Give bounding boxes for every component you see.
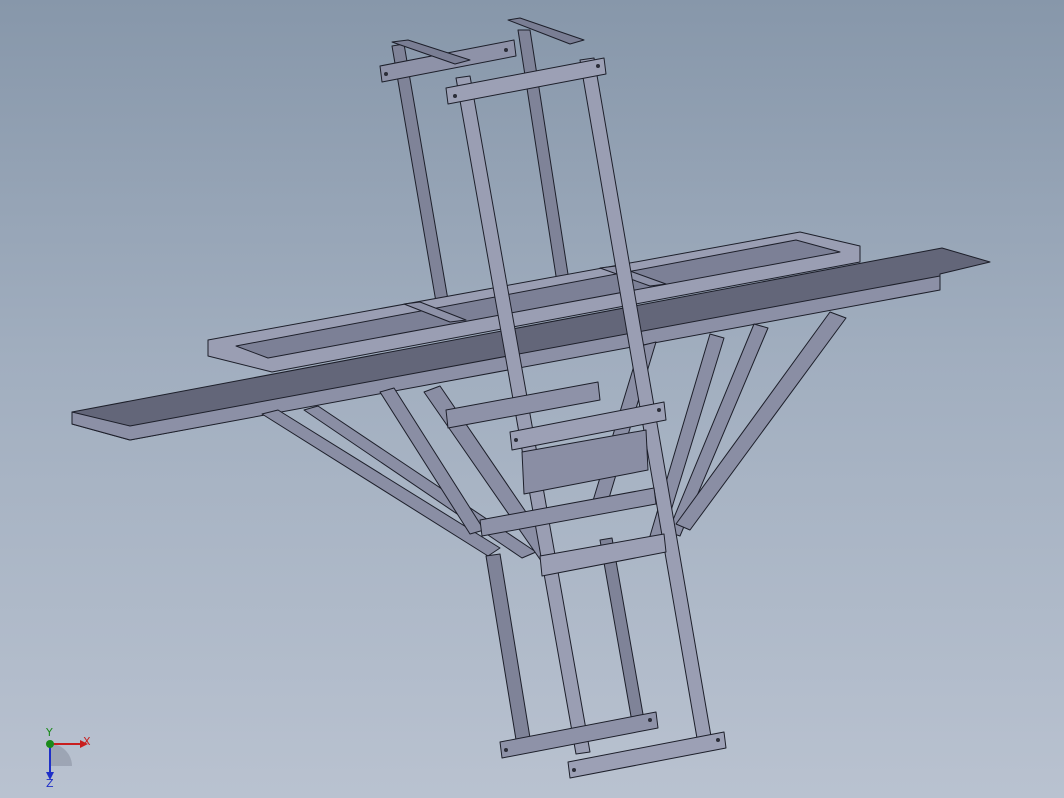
triad-plane-shadow <box>50 744 72 766</box>
graphics-viewport[interactable]: X Y Z <box>0 0 1064 798</box>
y-axis-dot-icon <box>46 740 54 748</box>
z-axis-label: Z <box>46 777 54 788</box>
rear-rail-left <box>391 43 449 303</box>
lower-rail-left <box>485 553 533 753</box>
x-axis-label: X <box>83 735 91 748</box>
bolt-holes <box>384 48 720 772</box>
orientation-triad: X Y Z <box>45 728 91 788</box>
y-axis-label: Y <box>45 728 53 739</box>
steel-frame-model[interactable] <box>0 0 1064 798</box>
lower-rail-right <box>599 537 645 723</box>
